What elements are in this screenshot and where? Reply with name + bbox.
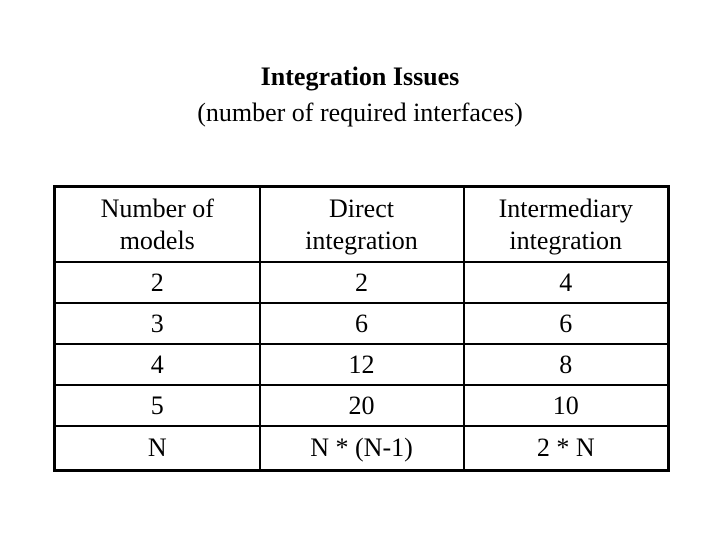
table-row: 2 2 4: [53, 261, 670, 304]
cell-intermediary: 2 * N: [462, 425, 670, 472]
cell-models: 3: [53, 302, 261, 345]
cell-intermediary: 6: [462, 302, 670, 345]
integration-table: Number of models Direct integration Inte…: [53, 185, 670, 472]
cell-models: 5: [53, 384, 261, 427]
cell-direct: 12: [258, 343, 465, 386]
slide-title: Integration Issues: [260, 62, 460, 91]
cell-models: N: [53, 425, 261, 472]
table-row: 3 6 6: [53, 302, 670, 345]
header-line: Intermediary: [498, 193, 633, 223]
header-line: Direct: [329, 193, 394, 223]
cell-intermediary: 4: [462, 261, 670, 304]
table-row: 4 12 8: [53, 343, 670, 386]
cell-intermediary: 8: [462, 343, 670, 386]
cell-intermediary: 10: [462, 384, 670, 427]
cell-direct: N * (N-1): [258, 425, 465, 472]
table-row: N N * (N-1) 2 * N: [53, 425, 670, 472]
cell-direct: 20: [258, 384, 465, 427]
slide-subtitle: (number of required interfaces): [197, 98, 523, 127]
header-line: integration: [509, 225, 623, 255]
table-header-row: Number of models Direct integration Inte…: [53, 185, 670, 263]
header-line: integration: [305, 225, 418, 255]
cell-direct: 6: [258, 302, 465, 345]
cell-direct: 2: [258, 261, 465, 304]
table-row: 5 20 10: [53, 384, 670, 427]
cell-models: 2: [53, 261, 261, 304]
header-direct-integration: Direct integration: [258, 185, 465, 263]
cell-models: 4: [53, 343, 261, 386]
header-line: Number of: [100, 193, 214, 223]
header-line: models: [119, 225, 195, 255]
header-number-of-models: Number of models: [53, 185, 261, 263]
header-intermediary-integration: Intermediary integration: [462, 185, 670, 263]
